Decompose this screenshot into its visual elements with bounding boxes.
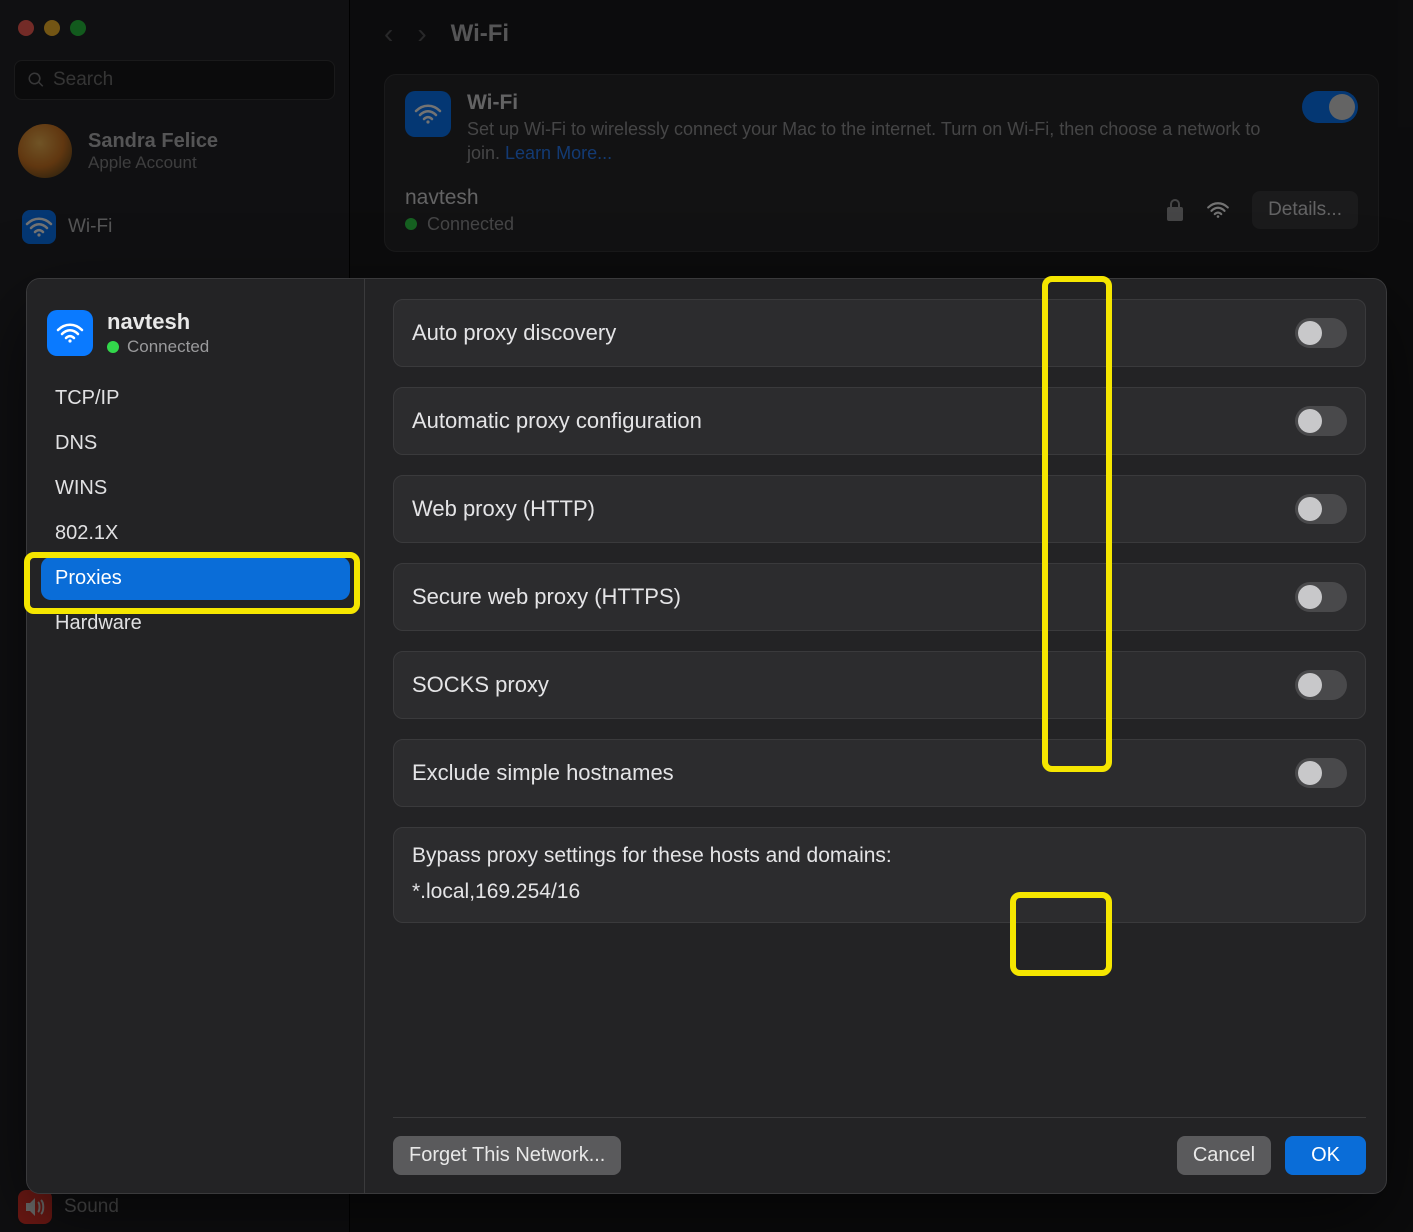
sheet-network-header: navtesh Connected xyxy=(41,303,350,375)
auto-proxy-discovery-toggle[interactable] xyxy=(1295,318,1347,348)
toggle-label: Automatic proxy configuration xyxy=(412,408,1295,434)
secure-web-proxy-https-toggle[interactable] xyxy=(1295,582,1347,612)
status-dot-icon xyxy=(107,341,119,353)
exclude-simple-hostnames-row: Exclude simple hostnames xyxy=(393,739,1366,807)
forget-network-button[interactable]: Forget This Network... xyxy=(393,1136,621,1175)
bypass-proxy-box: Bypass proxy settings for these hosts an… xyxy=(393,827,1366,923)
auto-proxy-discovery-row: Auto proxy discovery xyxy=(393,299,1366,367)
toggle-label: SOCKS proxy xyxy=(412,672,1295,698)
cancel-button[interactable]: Cancel xyxy=(1177,1136,1271,1175)
tab-proxies[interactable]: Proxies xyxy=(41,557,350,600)
tab-wins[interactable]: WINS xyxy=(41,467,350,510)
exclude-simple-hostnames-toggle[interactable] xyxy=(1295,758,1347,788)
automatic-proxy-config-toggle[interactable] xyxy=(1295,406,1347,436)
tab-8021x[interactable]: 802.1X xyxy=(41,512,350,555)
web-proxy-http-row: Web proxy (HTTP) xyxy=(393,475,1366,543)
toggle-label: Exclude simple hostnames xyxy=(412,760,1295,786)
toggle-label: Auto proxy discovery xyxy=(412,320,1295,346)
tab-dns[interactable]: DNS xyxy=(41,422,350,465)
socks-proxy-toggle[interactable] xyxy=(1295,670,1347,700)
automatic-proxy-config-row: Automatic proxy configuration xyxy=(393,387,1366,455)
secure-web-proxy-https-row: Secure web proxy (HTTPS) xyxy=(393,563,1366,631)
sheet-content: Auto proxy discovery Automatic proxy con… xyxy=(365,279,1386,1193)
wifi-icon xyxy=(47,310,93,356)
toggle-label: Secure web proxy (HTTPS) xyxy=(412,584,1295,610)
tab-tcpip[interactable]: TCP/IP xyxy=(41,377,350,420)
bypass-label: Bypass proxy settings for these hosts an… xyxy=(412,844,1347,868)
sheet-footer: Forget This Network... Cancel OK xyxy=(393,1117,1366,1175)
tab-hardware[interactable]: Hardware xyxy=(41,602,350,645)
toggle-label: Web proxy (HTTP) xyxy=(412,496,1295,522)
bypass-value[interactable]: *.local,169.254/16 xyxy=(412,880,1347,904)
sheet-network-status: Connected xyxy=(107,337,209,357)
socks-proxy-row: SOCKS proxy xyxy=(393,651,1366,719)
web-proxy-http-toggle[interactable] xyxy=(1295,494,1347,524)
sheet-network-name: navtesh xyxy=(107,309,209,335)
sheet-sidebar: navtesh Connected TCP/IP DNS WINS 802.1X… xyxy=(27,279,365,1193)
ok-button[interactable]: OK xyxy=(1285,1136,1366,1175)
network-details-sheet: navtesh Connected TCP/IP DNS WINS 802.1X… xyxy=(26,278,1387,1194)
